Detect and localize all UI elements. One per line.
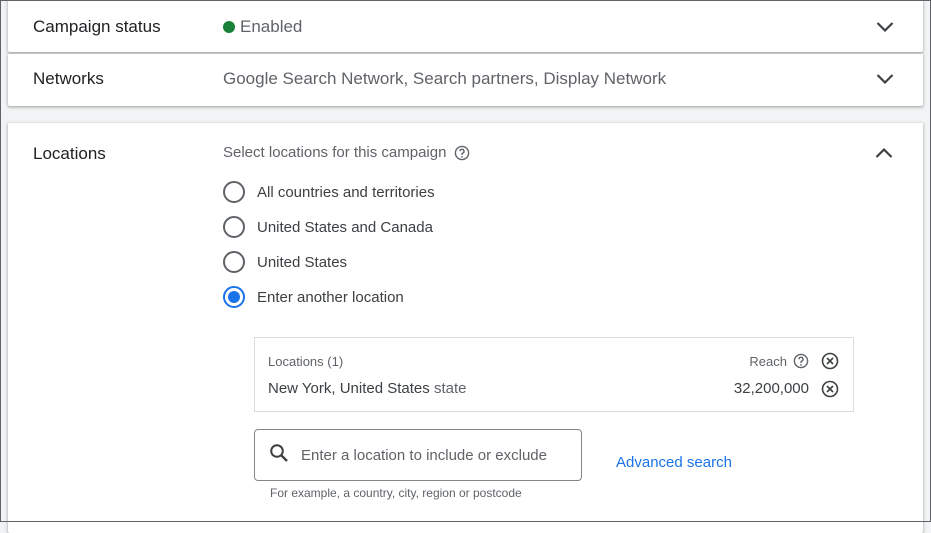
locations-title: Locations	[33, 144, 106, 163]
location-search-field[interactable]	[254, 429, 582, 481]
campaign-status-card[interactable]: Campaign status Enabled	[8, 0, 923, 52]
radio-button[interactable]	[223, 216, 245, 238]
location-search-input[interactable]	[299, 445, 569, 465]
radio-option-all-countries[interactable]: All countries and territories	[223, 181, 435, 203]
location-type: state	[433, 380, 467, 397]
radio-label: All countries and territories	[257, 183, 435, 201]
reach-label: Reach	[749, 353, 787, 369]
location-name: New York, United States	[268, 380, 430, 397]
search-icon	[269, 443, 289, 468]
radio-button[interactable]	[223, 251, 245, 273]
radio-button[interactable]	[223, 181, 245, 203]
networks-value: Google Search Network, Search partners, …	[223, 69, 667, 88]
radio-label: United States	[257, 253, 348, 271]
location-reach: 32,200,000	[733, 380, 809, 397]
chevron-down-icon[interactable]	[874, 16, 896, 38]
radio-option-us-canada[interactable]: United States and Canada	[223, 216, 433, 238]
locations-subtitle-text: Select locations for this campaign	[223, 144, 447, 161]
chevron-up-icon[interactable]	[873, 142, 895, 164]
radio-label: United States and Canada	[257, 218, 433, 236]
remove-location-icon[interactable]	[820, 379, 840, 399]
radio-button-selected[interactable]	[223, 286, 245, 308]
search-hint: For example, a country, city, region or …	[270, 486, 522, 500]
locations-card: Locations Select locations for this camp…	[8, 123, 923, 533]
help-icon[interactable]	[454, 145, 470, 161]
networks-card[interactable]: Networks Google Search Network, Search p…	[8, 54, 923, 106]
help-icon[interactable]	[793, 353, 809, 369]
campaign-status-title: Campaign status	[33, 17, 161, 36]
chevron-down-icon[interactable]	[874, 68, 896, 90]
selected-locations-box: Locations (1) Reach New York, United Sta…	[254, 337, 854, 412]
reach-header: Reach	[749, 353, 809, 369]
advanced-search-link[interactable]: Advanced search	[616, 454, 732, 471]
campaign-status-value: Enabled	[223, 17, 302, 37]
campaign-status-text: Enabled	[240, 17, 303, 36]
location-item: New York, United States state	[268, 380, 466, 397]
radio-label: Enter another location	[257, 288, 404, 306]
radio-option-another-location[interactable]: Enter another location	[223, 286, 404, 308]
locations-subtitle: Select locations for this campaign	[223, 144, 470, 161]
remove-all-icon[interactable]	[820, 351, 840, 371]
radio-option-united-states[interactable]: United States	[223, 251, 347, 273]
selected-locations-header: Locations (1)	[268, 354, 344, 369]
networks-title: Networks	[33, 69, 104, 88]
status-dot-icon	[223, 21, 235, 33]
